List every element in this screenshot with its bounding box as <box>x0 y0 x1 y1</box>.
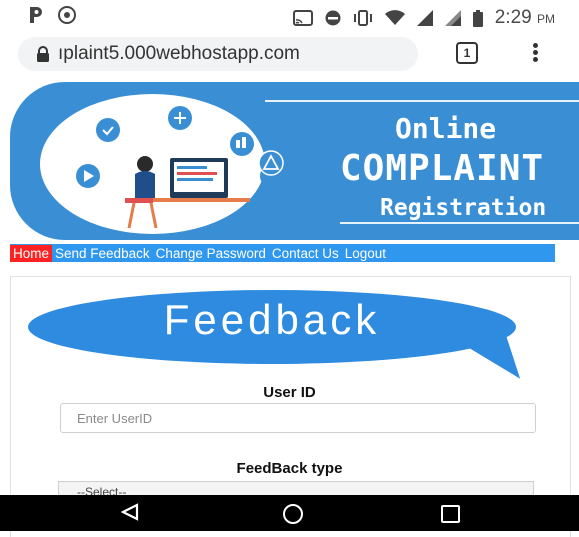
user-id-label: User ID <box>263 384 316 401</box>
nav-contact-us[interactable]: Contact Us <box>269 246 342 261</box>
user-id-input[interactable] <box>60 403 536 433</box>
feedback-type-label: FeedBack type <box>236 460 343 477</box>
main-nav: Home Send Feedback Change Password Conta… <box>10 244 555 262</box>
nav-send-feedback[interactable]: Send Feedback <box>52 246 153 261</box>
banner-title-complaint: COMPLAINT <box>340 148 545 189</box>
tab-switcher-button[interactable]: 1 <box>456 42 478 64</box>
banner-divider <box>340 222 579 224</box>
parking-app-icon <box>30 7 42 23</box>
lock-icon <box>37 46 49 62</box>
clock: 2:29 PM <box>494 7 555 28</box>
back-icon[interactable] <box>121 503 139 521</box>
nav-home[interactable]: Home <box>10 244 53 262</box>
status-indicators: 2:29 PM <box>292 7 555 29</box>
wifi-icon <box>384 10 405 25</box>
overflow-menu-icon[interactable] <box>530 41 540 65</box>
banner-title-online: Online <box>395 112 497 145</box>
battery-icon <box>472 9 483 27</box>
header-banner: Online COMPLAINT Registration <box>10 82 579 240</box>
signal-2-icon <box>444 10 461 26</box>
recents-icon[interactable] <box>441 505 460 523</box>
home-icon[interactable] <box>283 504 303 524</box>
url-field[interactable]: ıplaint5.000webhostapp.com <box>18 37 418 71</box>
page-title: Feedback <box>163 296 381 343</box>
nav-change-password[interactable]: Change Password <box>153 246 269 261</box>
url-text: ıplaint5.000webhostapp.com <box>58 43 300 64</box>
banner-illustration <box>40 94 284 234</box>
android-nav-bar <box>0 495 579 531</box>
warning-icon <box>258 150 284 176</box>
banner-title-registration: Registration <box>380 195 547 221</box>
do-not-disturb-icon <box>325 10 341 26</box>
person-at-computer-illustration <box>76 106 284 229</box>
nav-logout[interactable]: Logout <box>342 246 389 261</box>
status-notifications <box>28 6 76 24</box>
banner-divider <box>265 100 579 102</box>
browser-address-bar: ıplaint5.000webhostapp.com 1 <box>0 34 579 74</box>
signal-icon <box>416 10 433 26</box>
status-bar: 2:29 PM <box>0 0 579 34</box>
vibrate-icon <box>353 10 372 26</box>
cast-icon <box>292 10 313 26</box>
chrome-notification-icon <box>58 6 76 24</box>
